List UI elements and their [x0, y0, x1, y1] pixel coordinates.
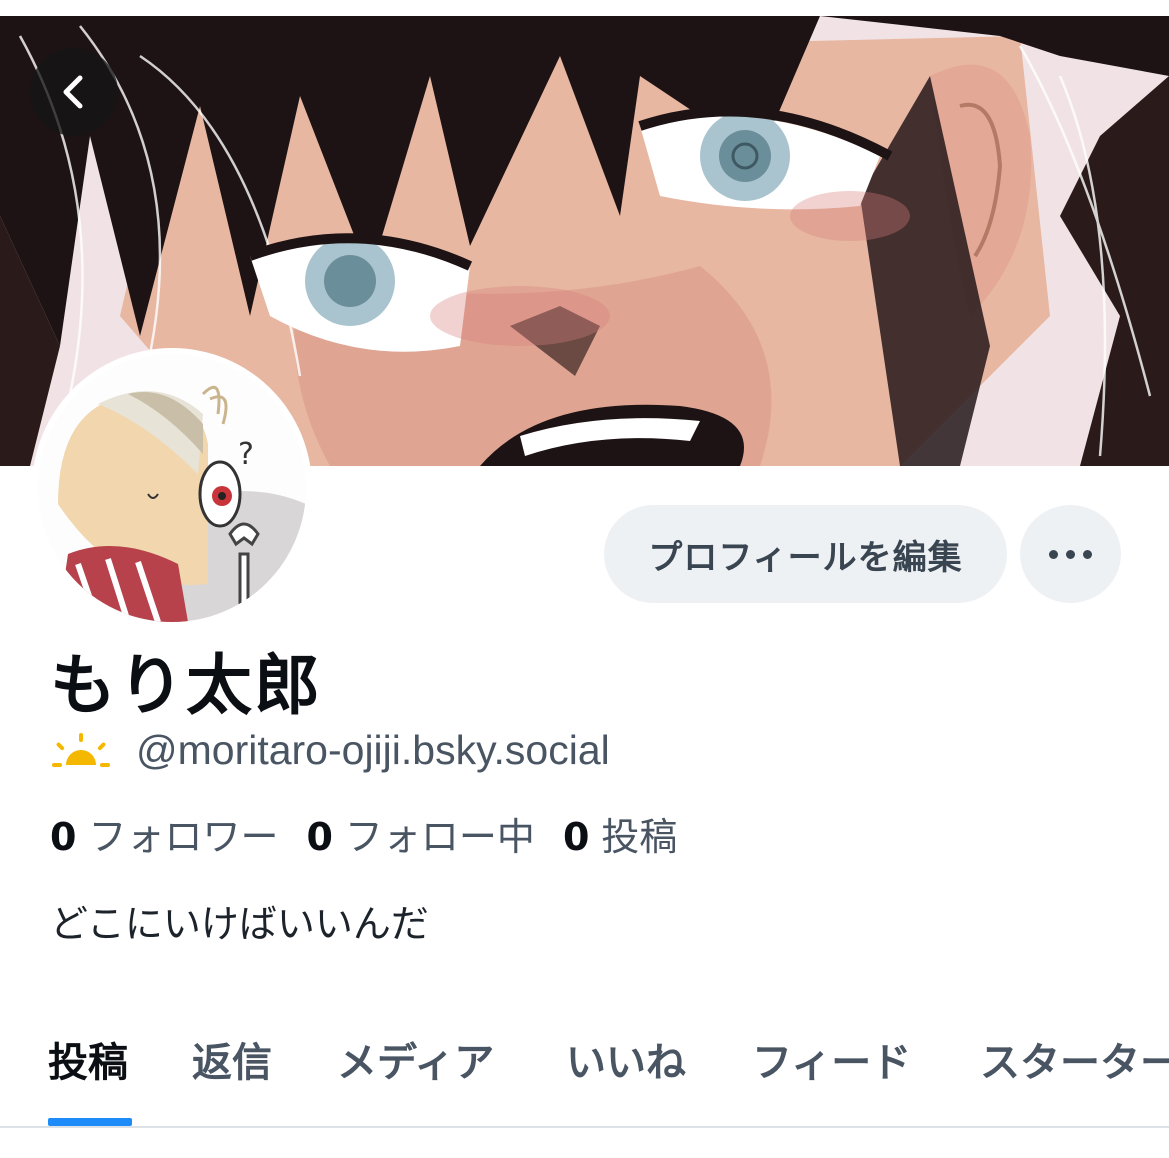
followers-label: フォロワー — [88, 815, 279, 859]
svg-text:?: ? — [238, 437, 254, 472]
handle-row: @moritaro-ojiji.bsky.social — [50, 722, 610, 778]
chevron-left-icon — [63, 75, 83, 109]
tabs-divider — [0, 1126, 1169, 1128]
more-horizontal-icon — [1049, 549, 1092, 559]
profile-tabs: 投稿 返信 メディア いいね フィード スターターパック — [0, 1024, 1169, 1128]
tab-media[interactable]: メディア — [337, 1024, 494, 1128]
status-bar-area — [0, 0, 1169, 16]
tab-likes[interactable]: いいね — [566, 1024, 686, 1128]
posts-label: 投稿 — [601, 815, 678, 859]
more-options-button[interactable] — [1020, 505, 1121, 603]
profile-stats: 0 フォロワー 0 フォロー中 0 投稿 — [50, 806, 705, 861]
display-name: もり太郎 — [50, 647, 322, 724]
followers-count: 0 — [50, 815, 77, 859]
sun-icon — [52, 733, 110, 767]
profile-bio: どこにいけばいいんだ — [50, 902, 429, 946]
following-label: フォロー中 — [344, 815, 535, 859]
handle[interactable]: @moritaro-ojiji.bsky.social — [136, 727, 610, 774]
tab-posts[interactable]: 投稿 — [48, 1024, 128, 1128]
active-tab-indicator — [48, 1118, 132, 1126]
following-stat[interactable]: 0 フォロー中 — [306, 806, 534, 861]
followers-stat[interactable]: 0 フォロワー — [50, 806, 278, 861]
back-button[interactable] — [30, 48, 118, 136]
edit-profile-button[interactable]: プロフィールを編集 — [604, 505, 1007, 603]
tab-starter-packs[interactable]: スターターパック — [980, 1024, 1169, 1128]
tab-replies[interactable]: 返信 — [192, 1024, 272, 1128]
posts-count: 0 — [562, 815, 590, 859]
tab-feeds[interactable]: フィード — [752, 1024, 911, 1128]
avatar-image: ? — [38, 354, 306, 622]
following-count: 0 — [306, 815, 333, 859]
avatar[interactable]: ? — [32, 348, 312, 628]
posts-stat: 0 投稿 — [563, 806, 677, 861]
